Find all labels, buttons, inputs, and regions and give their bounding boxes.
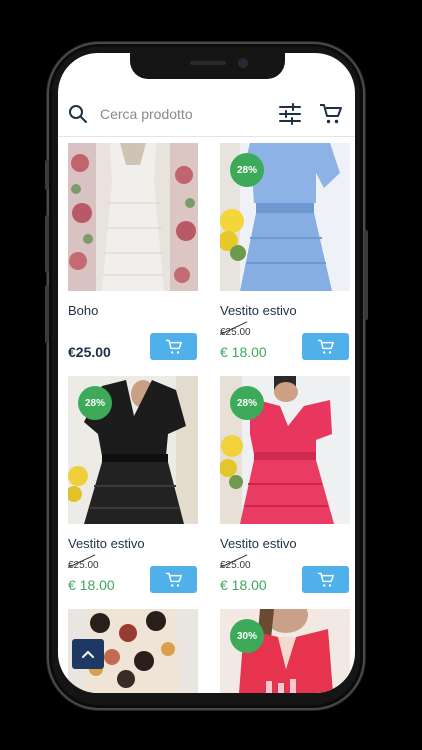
product-price: € 18.00 <box>220 577 267 593</box>
product-name[interactable]: Vestito estivo <box>220 536 350 552</box>
search-icon[interactable] <box>68 104 88 124</box>
sliders-icon[interactable] <box>278 103 302 125</box>
cart-icon[interactable] <box>319 102 343 126</box>
product-card[interactable]: 28% Vestito estivo €25.00 € 18.00 <box>219 143 350 360</box>
mute-switch <box>45 160 49 190</box>
add-to-cart-button[interactable] <box>302 566 349 593</box>
speaker <box>190 61 226 65</box>
product-image[interactable]: 28% <box>68 376 198 524</box>
discount-badge: 30% <box>230 619 264 653</box>
product-name[interactable]: Vestito estivo <box>68 536 198 552</box>
discount-badge: 28% <box>230 153 264 187</box>
product-image[interactable] <box>68 143 198 291</box>
product-card[interactable]: 28% Vestito estivo €25.00 € 18.00 <box>67 376 198 593</box>
product-name[interactable]: Boho <box>68 303 198 319</box>
notch <box>130 53 285 79</box>
product-price: € 18.00 <box>68 577 115 593</box>
cart-icon <box>165 572 182 587</box>
search-input[interactable] <box>100 105 250 122</box>
cart-icon <box>317 339 334 354</box>
product-image[interactable]: 28% <box>220 143 350 291</box>
product-card[interactable]: 30% <box>220 609 350 693</box>
discount-badge: 28% <box>230 386 264 420</box>
product-name[interactable]: Vestito estivo <box>220 303 350 319</box>
search-header <box>58 91 355 137</box>
discount-badge: 28% <box>78 386 112 420</box>
cart-icon <box>317 572 334 587</box>
camera <box>238 58 248 68</box>
product-card[interactable]: 28% Vestito estivo €25.00 € 18.00 <box>219 376 350 593</box>
back-to-top-button[interactable] <box>72 639 104 669</box>
add-to-cart-button[interactable] <box>150 333 197 360</box>
cart-icon <box>165 339 182 354</box>
volume-up-button <box>45 215 49 273</box>
product-card[interactable]: Boho €25.00 <box>68 143 198 360</box>
volume-down-button <box>45 285 49 343</box>
app-screen: Boho €25.00 28% Vestito estivo <box>58 53 355 693</box>
product-image[interactable]: 28% <box>220 376 350 524</box>
power-button <box>364 230 368 320</box>
product-image[interactable]: 30% <box>220 609 350 693</box>
chevron-up-icon <box>82 650 94 658</box>
add-to-cart-button[interactable] <box>302 333 349 360</box>
product-price: €25.00 <box>68 344 111 360</box>
add-to-cart-button[interactable] <box>150 566 197 593</box>
product-price: € 18.00 <box>220 344 267 360</box>
